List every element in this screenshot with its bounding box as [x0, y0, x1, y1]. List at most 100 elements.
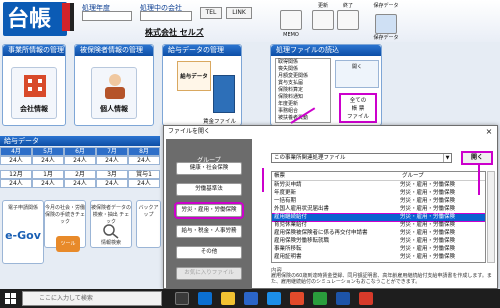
- form-group: 労災・雇用・労働保険: [400, 190, 456, 196]
- save-data-label: 保存データ: [373, 3, 399, 9]
- month-header: 6月: [64, 147, 96, 156]
- update-icon[interactable]: [312, 10, 334, 30]
- form-group: 労災・雇用・労働保険: [400, 222, 456, 228]
- list-scrollbar[interactable]: [487, 171, 495, 263]
- year-field[interactable]: [82, 11, 132, 21]
- form-list-row[interactable]: 育児休業給付 労災・雇用・労働保険: [272, 222, 485, 229]
- tool-button[interactable]: ツール: [56, 236, 80, 252]
- group-button[interactable]: 健康・社会保険: [176, 162, 242, 175]
- form-list-row[interactable]: 事業所移転 労災・雇用・労働保険: [272, 246, 485, 253]
- search-tile[interactable]: 被保険者データの検索・抽出 チェック 情報検索: [90, 200, 132, 248]
- form-name: 雇用保険労働移転就職: [274, 238, 330, 244]
- link-button[interactable]: LINK: [226, 7, 252, 19]
- person-icon: [105, 74, 125, 99]
- group-button[interactable]: 労災・雇用・労働保険: [174, 202, 244, 219]
- form-list-row[interactable]: 雇用保険被保険者に係る再交付申請書 労災・雇用・労働保険: [272, 230, 485, 237]
- month-header: 4月: [0, 147, 32, 156]
- app-icon[interactable]: [359, 292, 373, 305]
- company-panel-title: 事業所情報の管理: [3, 45, 65, 56]
- building-icon: [24, 75, 46, 97]
- process-file-item[interactable]: 保険料通知: [276, 94, 330, 101]
- file-category-value: この事業所関連処理ファイル: [274, 155, 346, 161]
- windows-start-icon[interactable]: [5, 293, 16, 304]
- office-icon[interactable]: [290, 292, 304, 305]
- form-group: 労災・雇用・労働保険: [400, 238, 456, 244]
- file-category-select[interactable]: この事業所関連処理ファイル ▼: [271, 153, 452, 163]
- group-button[interactable]: その他: [176, 246, 242, 259]
- update-label: 更新: [317, 3, 328, 9]
- month-header: 賞与1: [128, 170, 160, 179]
- form-group: 労災・雇用・労働保険: [400, 254, 456, 260]
- all-forms-line2: 帳 票: [351, 106, 365, 112]
- form-group: 労災・雇用・労働保険: [400, 206, 456, 212]
- month-header: 2月: [64, 170, 96, 179]
- form-list-row[interactable]: 外国人雇用状況届出書 労災・雇用・労働保険: [272, 206, 485, 213]
- company-field[interactable]: [140, 11, 192, 21]
- guide-arrow-2: [478, 165, 480, 195]
- process-file-item[interactable]: 保険料算定: [276, 87, 330, 94]
- e-gov-logo: e-Gov: [5, 229, 41, 242]
- kyuyo-data-bar: 給与データ: [0, 136, 160, 146]
- form-list-row[interactable]: 一括有期 労災・雇用・労働保険: [272, 198, 485, 205]
- tel-button[interactable]: TEL: [200, 7, 222, 19]
- store-icon[interactable]: [244, 292, 258, 305]
- wage-file-icon[interactable]: [213, 75, 235, 113]
- form-list-row[interactable]: 雇用証明書 労災・雇用・労働保険: [272, 254, 485, 261]
- chevron-down-icon[interactable]: ▼: [443, 154, 451, 162]
- explorer-icon[interactable]: [221, 292, 235, 305]
- kyuyo-book-button[interactable]: 給与データ: [177, 61, 211, 91]
- group-button[interactable]: お気に入りファイル: [176, 267, 242, 280]
- employee-count: 24人: [32, 179, 64, 188]
- form-name: 育児休業給付: [274, 222, 308, 228]
- employee-count: 24人: [0, 156, 32, 165]
- excel-icon[interactable]: [313, 292, 327, 305]
- person-panel-title: 被保険者情報の管理: [75, 45, 153, 56]
- form-name: 年度更新: [274, 190, 297, 196]
- dialog-title: ファイルを開く: [164, 126, 497, 138]
- kyuyo-panel: 給与データの管理 給与データ 賃金ファイル: [162, 44, 242, 126]
- process-file-item[interactable]: 取得関係: [276, 59, 330, 66]
- taskbar-search-input[interactable]: ここに入力して検索: [22, 291, 162, 306]
- group-button[interactable]: 労働基準法: [176, 183, 242, 196]
- person-panel: 被保険者情報の管理 個人情報: [74, 44, 154, 126]
- app-logo: 台帳: [3, 2, 67, 36]
- save-data-icon[interactable]: [375, 14, 397, 34]
- all-forms-file-button[interactable]: 全ての 帳 票 ファイル: [339, 93, 377, 123]
- group-button[interactable]: 給与・税金・人事労務: [176, 225, 242, 238]
- search-tile-label: 被保険者データの検索・抽出 チェック: [91, 205, 132, 225]
- form-list-row[interactable]: 新労災申請 労災・雇用・労働保険: [272, 182, 485, 189]
- month-header: 12月: [0, 170, 32, 179]
- memo-icon[interactable]: [280, 10, 302, 30]
- company-name: 株式会社 セルズ: [145, 28, 204, 37]
- close-icon[interactable]: ×: [483, 126, 495, 138]
- month-header: 7月: [96, 147, 128, 156]
- word-icon[interactable]: [336, 292, 350, 305]
- company-info-button[interactable]: 会社情報: [11, 67, 57, 119]
- month-header: 3月: [96, 170, 128, 179]
- process-file-item[interactable]: 年度更新: [276, 101, 330, 108]
- process-file-item[interactable]: 月額変更関係: [276, 73, 330, 80]
- process-file-item[interactable]: 賞与支払届: [276, 80, 330, 87]
- form-list-row[interactable]: 雇用保険労働移転就職 労災・雇用・労働保険: [272, 238, 485, 245]
- open-button[interactable]: 開く: [461, 151, 493, 165]
- end-icon[interactable]: [337, 10, 359, 30]
- open-folder-button[interactable]: 開く: [335, 60, 379, 88]
- form-name: 雇用証明書: [274, 254, 302, 260]
- employee-count: 24人: [128, 179, 160, 188]
- form-list[interactable]: 帳票 グループ 新労災申請 労災・雇用・労働保険 年度更新 労災・雇用・労働保険 一括有…: [271, 171, 486, 263]
- form-name: 雇用継続給付: [274, 214, 308, 220]
- person-info-button[interactable]: 個人情報: [91, 67, 137, 119]
- form-group: 労災・雇用・労働保険: [400, 214, 456, 220]
- wage-file-label: 賃金ファイル: [203, 119, 237, 125]
- month-header: 1月: [32, 170, 64, 179]
- process-file-item[interactable]: 喪失関係: [276, 66, 330, 73]
- mail-icon[interactable]: [267, 292, 281, 305]
- all-forms-line1: 全ての: [349, 98, 367, 104]
- task-view-icon[interactable]: [175, 292, 189, 305]
- employee-count: 24人: [32, 156, 64, 165]
- form-list-row[interactable]: 雇用継続給付 労災・雇用・労働保険: [272, 213, 485, 222]
- e-gov-tile[interactable]: 電子申請関係 e-Gov: [2, 200, 44, 264]
- backup-tile[interactable]: バックアップ: [136, 200, 161, 248]
- edge-icon[interactable]: [198, 292, 212, 305]
- form-list-row[interactable]: 年度更新 労災・雇用・労働保険: [272, 190, 485, 197]
